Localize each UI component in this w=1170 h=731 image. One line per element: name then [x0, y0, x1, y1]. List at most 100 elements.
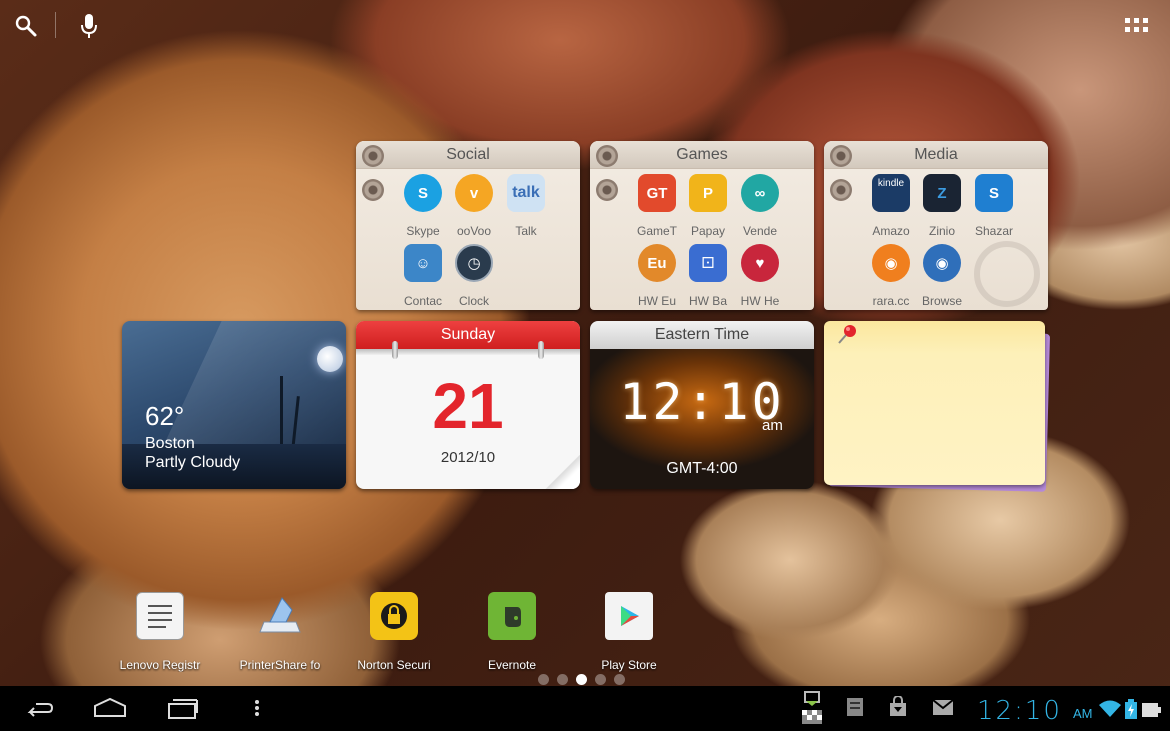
- evernote-icon: [488, 592, 536, 640]
- dock-app-label: Evernote: [487, 658, 537, 672]
- mail-notification-icon[interactable]: [932, 696, 954, 723]
- download-notification-icon[interactable]: [800, 690, 824, 731]
- back-icon[interactable]: [22, 696, 54, 725]
- calendar-clip: [538, 341, 544, 359]
- skype-icon: S: [404, 174, 442, 212]
- page-dot-active[interactable]: [576, 674, 587, 685]
- app-browser[interactable]: ◉ Browse: [917, 244, 967, 308]
- printershare-icon: [256, 592, 304, 640]
- recent-apps-icon[interactable]: [166, 696, 200, 725]
- folder-social[interactable]: Social S Skype v ooVoo talk Talk ☺ Conta…: [356, 141, 580, 310]
- app-label: GameT: [636, 224, 677, 238]
- ring-icon: [596, 145, 618, 167]
- world-clock-timezone: GMT-4:00: [666, 460, 738, 477]
- contacts-icon: ☺: [404, 244, 442, 282]
- world-clock-widget[interactable]: Eastern Time 12:10 am GMT-4:00: [590, 321, 814, 489]
- app-hw-he[interactable]: ♥ HW He: [735, 244, 785, 308]
- page-indicator: [538, 674, 625, 685]
- app-label: HW He: [740, 294, 780, 308]
- search-icon[interactable]: [14, 14, 38, 43]
- weather-condition: Partly Cloudy: [145, 454, 241, 471]
- norton-icon: [370, 592, 418, 640]
- app-label: Papay: [690, 224, 726, 238]
- browser-icon: ◉: [923, 244, 961, 282]
- dock-app-play-store[interactable]: Play Store: [574, 592, 684, 672]
- rara-icon: ◉: [872, 244, 910, 282]
- moon-icon: [317, 346, 343, 372]
- app-clock[interactable]: ◷ Clock: [449, 244, 499, 308]
- all-apps-icon[interactable]: [1125, 16, 1149, 41]
- dock-app-label: Lenovo Registr: [119, 658, 201, 672]
- status-clock[interactable]: 12:10: [977, 696, 1062, 726]
- folder-title: Social: [356, 141, 580, 169]
- page-dot[interactable]: [595, 674, 606, 685]
- vendetta-icon: ∞: [741, 174, 779, 212]
- calendar-weekday: Sunday: [356, 321, 580, 349]
- app-label: Clock: [458, 294, 489, 308]
- papaya-icon: P: [689, 174, 727, 212]
- app-label: Talk: [515, 224, 537, 238]
- world-clock-ampm: am: [762, 417, 783, 434]
- wifi-icon: [1099, 700, 1121, 723]
- signal-icon: [1142, 699, 1164, 724]
- app-label: ooVoo: [456, 224, 492, 238]
- app-amazon-kindle[interactable]: kindle Amazo: [866, 174, 916, 238]
- hw-ba-icon: ⚀: [689, 244, 727, 282]
- ring-icon: [830, 145, 852, 167]
- dock-app-label: PrinterShare fo: [239, 658, 321, 672]
- app-label: Amazo: [872, 224, 910, 238]
- app-oovoo[interactable]: v ooVoo: [449, 174, 499, 238]
- dock-app-label: Play Store: [601, 658, 657, 672]
- app-label: HW Ba: [688, 294, 727, 308]
- dock-app-printershare[interactable]: PrinterShare fo: [225, 592, 335, 672]
- hw-he-icon: ♥: [741, 244, 779, 282]
- ring-icon: [362, 179, 384, 201]
- calendar-widget[interactable]: Sunday 21 2012/10: [356, 321, 580, 489]
- ring-icon: [596, 179, 618, 201]
- calendar-binding: [356, 349, 580, 355]
- app-papaya[interactable]: P Papay: [683, 174, 733, 238]
- folder-title: Media: [824, 141, 1048, 169]
- calendar-day: 21: [432, 370, 504, 442]
- ring-icon: [830, 179, 852, 201]
- home-icon[interactable]: [92, 696, 128, 725]
- dock-app-lenovo-registration[interactable]: Lenovo Registr: [105, 592, 215, 672]
- folder-media[interactable]: Media kindle Amazo Z Zinio S Shazar ◉ ra…: [824, 141, 1048, 310]
- app-contacts[interactable]: ☺ Contac: [398, 244, 448, 308]
- app-hw-eu[interactable]: Eu HW Eu: [632, 244, 682, 308]
- folder-title: Games: [590, 141, 814, 169]
- app-label: Shazar: [974, 224, 1014, 238]
- mic-icon[interactable]: [80, 12, 98, 45]
- ring-icon: [362, 145, 384, 167]
- weather-widget[interactable]: 62° Boston Partly Cloudy: [122, 321, 346, 489]
- page-dot[interactable]: [614, 674, 625, 685]
- app-skype[interactable]: S Skype: [398, 174, 448, 238]
- speaker-decoration-icon: [974, 241, 1040, 307]
- app-zinio[interactable]: Z Zinio: [917, 174, 967, 238]
- dock-app-label: Norton Securi: [357, 658, 431, 672]
- app-shazam[interactable]: S Shazar: [969, 174, 1019, 238]
- app-hw-ba[interactable]: ⚀ HW Ba: [683, 244, 733, 308]
- dock-app-norton[interactable]: Norton Securi: [339, 592, 449, 672]
- app-label: HW Eu: [637, 294, 676, 308]
- app-talk[interactable]: talk Talk: [501, 174, 551, 238]
- store-notification-icon[interactable]: [888, 695, 908, 723]
- shazam-icon: S: [975, 174, 1013, 212]
- app-gametown[interactable]: GT GameT: [632, 174, 682, 238]
- folder-games[interactable]: Games GT GameT P Papay ∞ Vende Eu HW Eu …: [590, 141, 814, 310]
- talk-icon: talk: [507, 174, 545, 212]
- app-rara[interactable]: ◉ rara.cc: [866, 244, 916, 308]
- page-dot[interactable]: [557, 674, 568, 685]
- app-vendetta[interactable]: ∞ Vende: [735, 174, 785, 238]
- zinio-icon: Z: [923, 174, 961, 212]
- battery-icon: [1125, 699, 1137, 724]
- weather-city: Boston: [145, 435, 195, 452]
- page-dot[interactable]: [538, 674, 549, 685]
- app-label: Browse: [921, 294, 962, 308]
- app-label: Contac: [403, 294, 443, 308]
- app-label: rara.cc: [872, 294, 910, 308]
- menu-icon[interactable]: [253, 696, 261, 725]
- document-notification-icon[interactable]: [845, 696, 865, 723]
- dock-app-evernote[interactable]: Evernote: [457, 592, 567, 672]
- app-label: Vende: [742, 224, 778, 238]
